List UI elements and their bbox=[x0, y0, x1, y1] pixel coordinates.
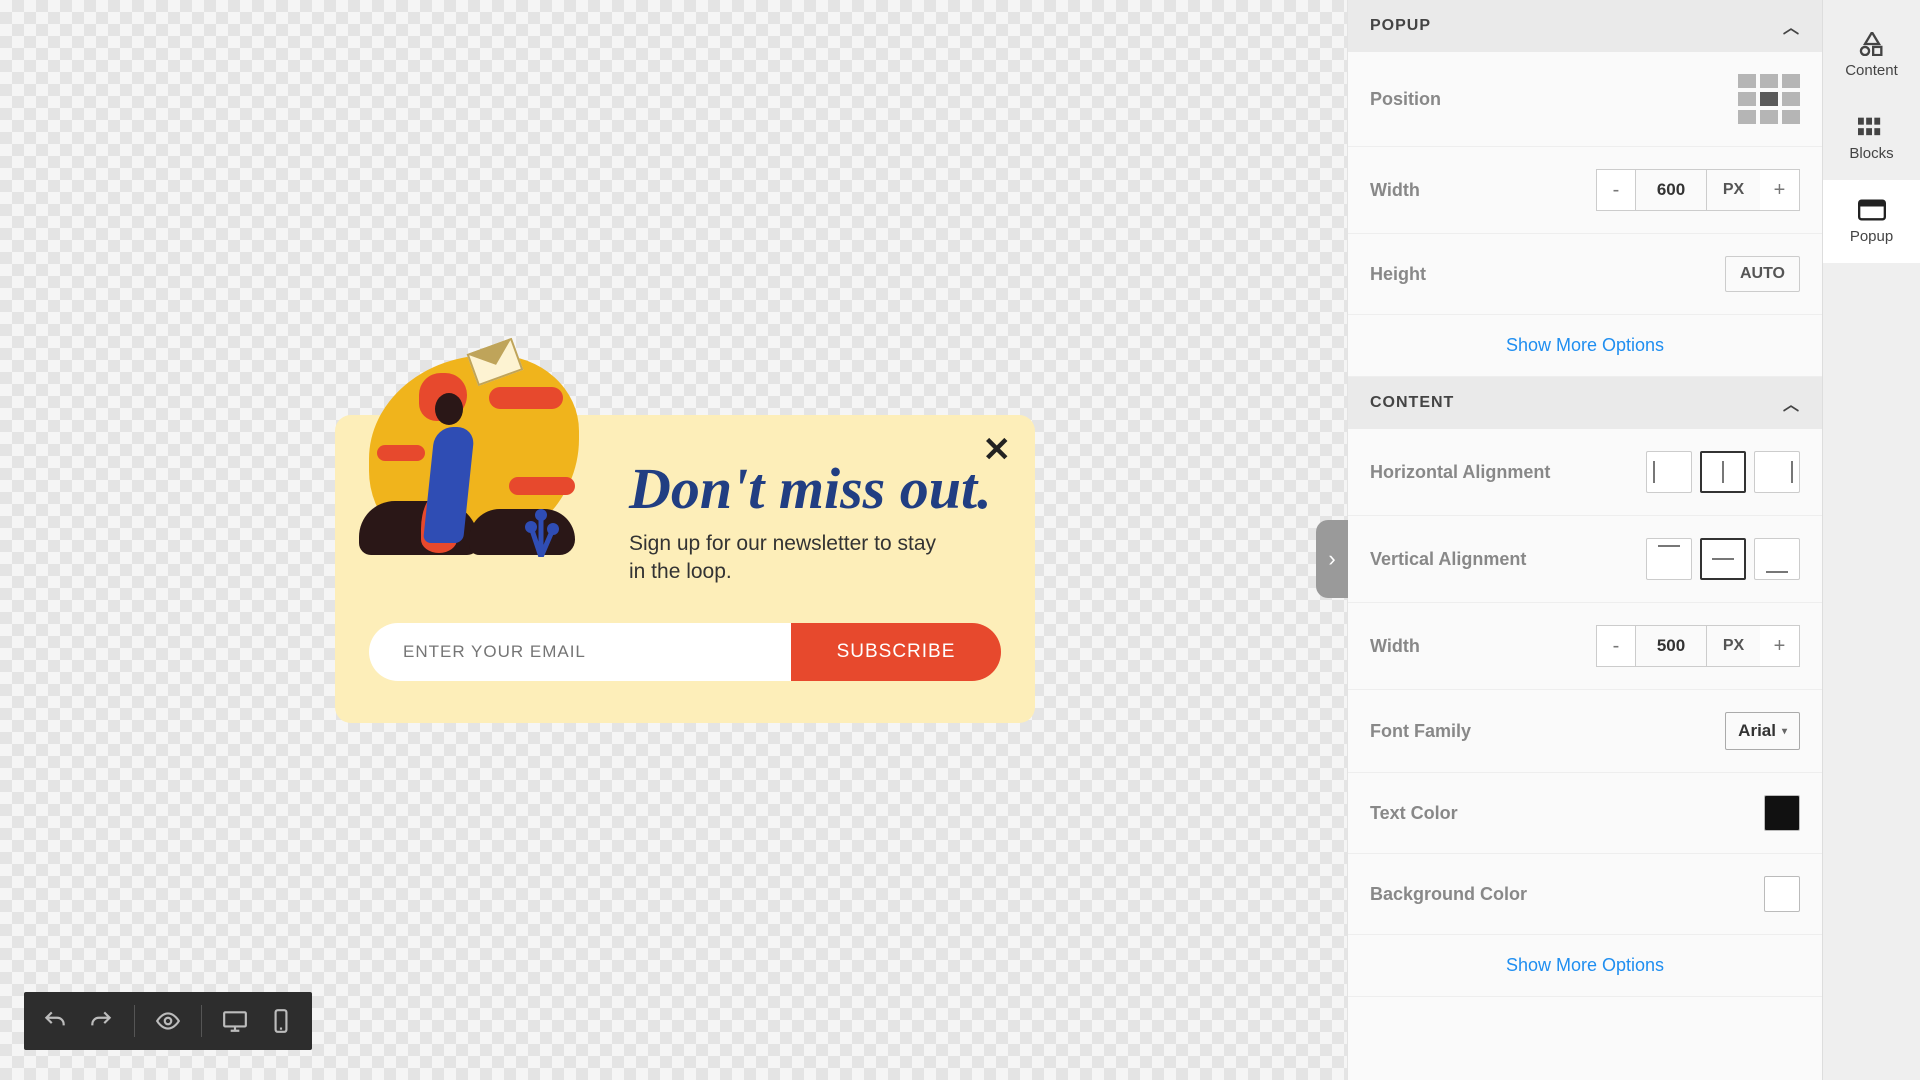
position-grid[interactable] bbox=[1738, 74, 1800, 124]
desktop-view-button[interactable] bbox=[222, 1008, 248, 1034]
section-title: POPUP bbox=[1370, 17, 1431, 35]
tab-rail: Content Blocks Popup bbox=[1822, 0, 1920, 1080]
width-unit[interactable]: PX bbox=[1706, 625, 1760, 667]
label-position: Position bbox=[1370, 89, 1441, 110]
valign-bottom[interactable] bbox=[1754, 538, 1800, 580]
font-family-select[interactable]: Arial ▾ bbox=[1725, 712, 1800, 750]
popup-width-stepper[interactable]: - 600 PX + bbox=[1596, 169, 1800, 211]
email-input[interactable] bbox=[369, 623, 791, 681]
halign-right[interactable] bbox=[1754, 451, 1800, 493]
section-header-popup[interactable]: POPUP ︿ bbox=[1348, 0, 1822, 52]
increment-button[interactable]: + bbox=[1760, 625, 1800, 667]
increment-button[interactable]: + bbox=[1760, 169, 1800, 211]
canvas[interactable]: ✕ Don't miss out. Sign up for our newsle… bbox=[0, 0, 1347, 1080]
label-halign: Horizontal Alignment bbox=[1370, 462, 1550, 483]
tab-content[interactable]: Content bbox=[1823, 14, 1920, 97]
mobile-view-button[interactable] bbox=[268, 1008, 294, 1034]
show-more-popup[interactable]: Show More Options bbox=[1348, 315, 1822, 377]
decrement-button[interactable]: - bbox=[1596, 169, 1636, 211]
row-popup-width: Width - 600 PX + bbox=[1348, 147, 1822, 234]
row-font-family: Font Family Arial ▾ bbox=[1348, 690, 1822, 773]
properties-panel: POPUP ︿ Position Width - 600 PX + Height… bbox=[1347, 0, 1822, 1080]
popup-illustration bbox=[359, 315, 589, 585]
section-title: CONTENT bbox=[1370, 394, 1454, 412]
tab-blocks[interactable]: Blocks bbox=[1823, 97, 1920, 180]
label-text-color: Text Color bbox=[1370, 803, 1458, 824]
height-value[interactable]: AUTO bbox=[1725, 256, 1800, 292]
halign-left[interactable] bbox=[1646, 451, 1692, 493]
bg-color-swatch[interactable] bbox=[1764, 876, 1800, 912]
chevron-right-icon: › bbox=[1328, 546, 1335, 572]
shapes-icon bbox=[1858, 32, 1886, 56]
row-position: Position bbox=[1348, 52, 1822, 147]
row-text-color: Text Color bbox=[1348, 773, 1822, 854]
label-font: Font Family bbox=[1370, 721, 1471, 742]
caret-down-icon: ▾ bbox=[1782, 726, 1787, 737]
row-valign: Vertical Alignment bbox=[1348, 516, 1822, 603]
redo-button[interactable] bbox=[88, 1008, 114, 1034]
popup-title: Don't miss out. bbox=[629, 455, 1001, 522]
content-width-stepper[interactable]: - 500 PX + bbox=[1596, 625, 1800, 667]
show-more-content[interactable]: Show More Options bbox=[1348, 935, 1822, 997]
width-value[interactable]: 600 bbox=[1636, 169, 1706, 211]
tab-popup[interactable]: Popup bbox=[1823, 180, 1920, 263]
text-color-swatch[interactable] bbox=[1764, 795, 1800, 831]
preview-button[interactable] bbox=[155, 1008, 181, 1034]
label-valign: Vertical Alignment bbox=[1370, 549, 1526, 570]
chevron-up-icon[interactable]: ︿ bbox=[1783, 391, 1800, 415]
row-bg-color: Background Color bbox=[1348, 854, 1822, 935]
width-unit[interactable]: PX bbox=[1706, 169, 1760, 211]
row-popup-height: Height AUTO bbox=[1348, 234, 1822, 315]
chevron-up-icon[interactable]: ︿ bbox=[1783, 14, 1800, 38]
label-bg-color: Background Color bbox=[1370, 884, 1527, 905]
valign-group bbox=[1646, 538, 1800, 580]
decrement-button[interactable]: - bbox=[1596, 625, 1636, 667]
label-width: Width bbox=[1370, 180, 1420, 201]
halign-group bbox=[1646, 451, 1800, 493]
undo-button[interactable] bbox=[42, 1008, 68, 1034]
valign-middle[interactable] bbox=[1700, 538, 1746, 580]
popup-subtitle: Sign up for our newsletter to stay in th… bbox=[629, 530, 949, 587]
subscribe-button[interactable]: SUBSCRIBE bbox=[791, 623, 1001, 681]
panel-collapse-handle[interactable]: › bbox=[1316, 520, 1348, 598]
grid-icon bbox=[1858, 115, 1886, 139]
row-halign: Horizontal Alignment bbox=[1348, 429, 1822, 516]
width-value[interactable]: 500 bbox=[1636, 625, 1706, 667]
section-header-content[interactable]: CONTENT ︿ bbox=[1348, 377, 1822, 429]
valign-top[interactable] bbox=[1646, 538, 1692, 580]
popup-icon bbox=[1858, 198, 1886, 222]
close-icon[interactable]: ✕ bbox=[983, 433, 1012, 467]
bottom-toolbar bbox=[24, 992, 312, 1050]
halign-center[interactable] bbox=[1700, 451, 1746, 493]
label-width: Width bbox=[1370, 636, 1420, 657]
popup-card[interactable]: ✕ Don't miss out. Sign up for our newsle… bbox=[335, 415, 1035, 723]
label-height: Height bbox=[1370, 264, 1426, 285]
row-content-width: Width - 500 PX + bbox=[1348, 603, 1822, 690]
